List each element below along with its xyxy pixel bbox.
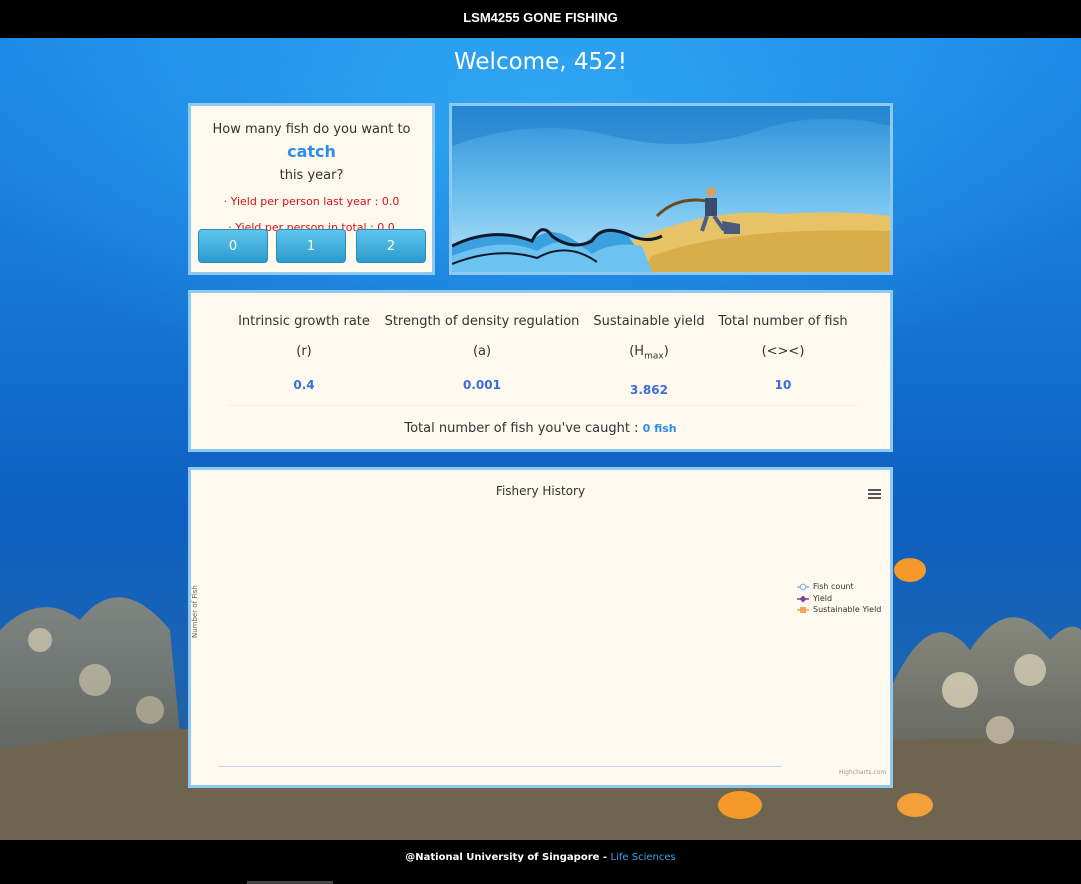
- fish-total-value: 10: [774, 378, 792, 392]
- page-footer: @National University of Singapore - Life…: [0, 840, 1081, 884]
- density-regulation-symbol: (a): [472, 344, 492, 359]
- chart-menu-icon[interactable]: [868, 489, 881, 500]
- legend-label: Fish count: [813, 582, 854, 591]
- yield-last-year: · Yield per person last year : 0.0: [223, 195, 400, 208]
- legend-item-fish-count[interactable]: Fish count: [797, 581, 881, 593]
- fish-caught-summary: Total number of fish you've caught : 0 f…: [191, 421, 890, 436]
- chart-legend: Fish count Yield Sustainable Yield: [797, 581, 881, 616]
- sustainable-yield-symbol: (Hmax): [629, 344, 669, 362]
- growth-rate-header: Intrinsic growth rate: [238, 314, 370, 329]
- sustainable-yield-value: 3.862: [630, 382, 668, 397]
- footer-text: @National University of Singapore -: [405, 852, 611, 863]
- legend-item-sustainable-yield[interactable]: Sustainable Yield: [797, 604, 881, 616]
- fishing-scene-illustration: [452, 106, 890, 272]
- welcome-heading: Welcome, 452!: [454, 49, 627, 75]
- chart-y-axis-label: Number of Fish: [191, 585, 199, 638]
- catch-0-button[interactable]: 0: [198, 229, 268, 263]
- density-regulation-value: 0.001: [463, 378, 501, 392]
- question-keyword: catch: [287, 142, 336, 161]
- chart-title: Fishery History: [495, 484, 586, 498]
- legend-sustainable-yield-marker: [797, 607, 809, 613]
- catch-1-button[interactable]: 1: [276, 229, 346, 263]
- legend-label: Sustainable Yield: [813, 605, 882, 614]
- growth-rate-symbol: (r): [296, 344, 312, 359]
- catch-question: How many fish do you want to catch this …: [191, 119, 432, 187]
- fish-caught-value: 0 fish: [642, 422, 677, 435]
- fish-total-header: Total number of fish: [718, 314, 848, 329]
- growth-rate-column: Intrinsic growth rate (r) 0.4: [229, 307, 379, 403]
- catch-buttons: 0 1 2: [197, 229, 429, 263]
- chart-credits-link[interactable]: Highcharts.com: [839, 769, 886, 776]
- legend-yield-marker: [797, 595, 809, 602]
- density-regulation-column: Strength of density regulation (a) 0.001: [379, 307, 585, 403]
- legend-label: Yield: [813, 593, 833, 603]
- legend-fish-count-marker: [797, 583, 809, 591]
- fishing-scene: [449, 103, 893, 275]
- app-title-bar: LSM4255 GONE FISHING: [0, 0, 1081, 38]
- fishery-history-chart: Fishery History Number of Fish Fish coun…: [188, 467, 893, 788]
- question-text-start: How many fish do you want to: [212, 122, 411, 137]
- sustainable-yield-column: Sustainable yield (Hmax) 3.862: [585, 307, 713, 408]
- table-divider: [229, 405, 857, 406]
- density-regulation-header: Strength of density regulation: [384, 314, 580, 329]
- parameters-table: Intrinsic growth rate (r) 0.4 Strength o…: [229, 307, 857, 407]
- catch-2-button[interactable]: 2: [356, 229, 426, 263]
- stats-panel: Intrinsic growth rate (r) 0.4 Strength o…: [188, 290, 893, 452]
- growth-rate-value: 0.4: [293, 378, 315, 392]
- chart-x-axis-line: [218, 766, 782, 767]
- legend-item-yield[interactable]: Yield: [797, 593, 881, 605]
- footer-life-sciences-link[interactable]: Life Sciences: [611, 852, 676, 863]
- fish-caught-label: Total number of fish you've caught :: [404, 421, 643, 436]
- sustainable-yield-header: Sustainable yield: [593, 314, 705, 329]
- question-text-end: this year?: [279, 168, 344, 183]
- fish-total-column: Total number of fish (<><) 10: [713, 307, 853, 403]
- catch-panel: How many fish do you want to catch this …: [188, 103, 435, 275]
- app-title: LSM4255 GONE FISHING: [463, 10, 618, 25]
- fish-total-symbol: (<><): [761, 344, 805, 359]
